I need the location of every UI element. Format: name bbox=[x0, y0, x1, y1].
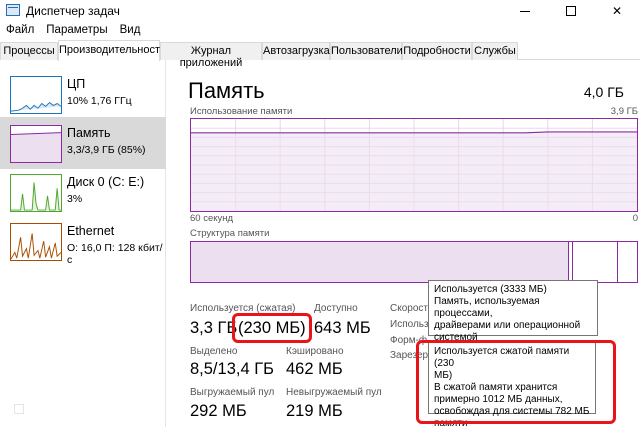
time-span-label: 60 секунд bbox=[190, 213, 234, 224]
nonpaged-pool-label: Невыгружаемый пул bbox=[286, 387, 382, 398]
tooltip-line: Память, используемая процессами, bbox=[434, 296, 540, 319]
tooltip-in-use: Используется (3333 МБ) Память, используе… bbox=[428, 280, 598, 343]
menu-options[interactable]: Параметры bbox=[40, 22, 113, 41]
committed-label: Выделено bbox=[190, 346, 238, 357]
sidebar-item-ethernet[interactable]: Ethernet О: 16,0 П: 128 кбит/с bbox=[0, 215, 166, 267]
title-bar: Диспетчер задач ✕ bbox=[0, 0, 640, 22]
tooltip-line: драйверами или операционной bbox=[434, 320, 581, 331]
segment-free[interactable] bbox=[618, 242, 637, 282]
tab-processes[interactable]: Процессы bbox=[0, 42, 58, 60]
tab-performance[interactable]: Производительность bbox=[58, 40, 166, 61]
zero-label: 0 bbox=[632, 213, 638, 224]
sidebar-item-label: Диск 0 (C: E:) bbox=[67, 175, 145, 189]
close-icon: ✕ bbox=[611, 4, 623, 18]
tooltip-line: Используется (3333 МБ) bbox=[434, 284, 547, 295]
usage-graph-label: Использование памяти bbox=[190, 106, 293, 117]
minimize-button[interactable] bbox=[502, 0, 548, 22]
total-memory: 4,0 ГБ bbox=[583, 84, 624, 100]
sidebar-item-sub: 3% bbox=[67, 193, 83, 205]
highlight-tooltip bbox=[416, 340, 616, 424]
in-use-value: 3,3 ГБ bbox=[190, 319, 238, 337]
sidebar-item-label: Ethernet bbox=[67, 224, 115, 238]
sidebar-item-label: Память bbox=[67, 126, 111, 140]
disk-thumbnail bbox=[10, 174, 62, 212]
tab-services[interactable]: Службы bbox=[472, 42, 518, 60]
maximize-button[interactable] bbox=[548, 0, 594, 22]
nonpaged-pool-value: 219 МБ bbox=[286, 402, 343, 420]
window-title: Диспетчер задач bbox=[26, 4, 120, 18]
cpu-thumbnail bbox=[10, 76, 62, 114]
cached-value: 462 МБ bbox=[286, 360, 343, 378]
tab-startup[interactable]: Автозагрузка bbox=[262, 42, 330, 60]
menu-bar: Файл Параметры Вид bbox=[0, 22, 640, 41]
memory-thumbnail bbox=[10, 125, 62, 163]
usage-area bbox=[191, 131, 637, 211]
collapse-icon[interactable] bbox=[14, 404, 24, 414]
sidebar-item-label: ЦП bbox=[67, 77, 86, 91]
sidebar-item-disk[interactable]: Диск 0 (C: E:) 3% bbox=[0, 166, 166, 218]
tab-users[interactable]: Пользователи bbox=[330, 42, 403, 60]
menu-file[interactable]: Файл bbox=[0, 22, 40, 41]
slots-label: Использ bbox=[390, 319, 429, 330]
sidebar-item-cpu[interactable]: ЦП 10% 1,76 ГГц bbox=[0, 68, 166, 120]
ethernet-thumbnail bbox=[10, 223, 62, 261]
memory-usage-graph bbox=[190, 118, 638, 212]
available-value: 643 МБ bbox=[314, 319, 371, 337]
structure-label: Структура памяти bbox=[190, 228, 270, 239]
committed-value: 8,5/13,4 ГБ bbox=[190, 360, 274, 378]
task-manager-icon bbox=[6, 4, 20, 16]
maximize-icon bbox=[566, 6, 576, 16]
memory-composition-bar[interactable] bbox=[190, 241, 638, 283]
sidebar-item-sub: 3,3/3,9 ГБ (85%) bbox=[67, 144, 146, 156]
available-label: Доступно bbox=[314, 303, 358, 314]
paged-pool-label: Выгружаемый пул bbox=[190, 387, 275, 398]
page-title: Память bbox=[188, 78, 265, 103]
segment-standby[interactable] bbox=[573, 242, 618, 282]
sidebar-item-memory[interactable]: Память 3,3/3,9 ГБ (85%) bbox=[0, 117, 166, 169]
sidebar-item-sub: 10% 1,76 ГГц bbox=[67, 95, 132, 107]
cached-label: Кэшировано bbox=[286, 346, 344, 357]
segment-in-use[interactable] bbox=[191, 242, 569, 282]
usage-graph-max: 3,9 ГБ bbox=[610, 106, 638, 117]
sidebar: ЦП 10% 1,76 ГГц Память 3,3/3,9 ГБ (85%) … bbox=[0, 60, 166, 427]
close-button[interactable]: ✕ bbox=[594, 0, 640, 22]
speed-label: Скорост bbox=[390, 303, 428, 314]
tab-details[interactable]: Подробности bbox=[402, 42, 472, 60]
tab-bar: Процессы Производительность Журнал прило… bbox=[0, 40, 640, 69]
menu-view[interactable]: Вид bbox=[114, 22, 147, 41]
sidebar-item-sub: О: 16,0 П: 128 кбит/с bbox=[67, 242, 163, 266]
tab-app-history[interactable]: Журнал приложений bbox=[160, 42, 262, 69]
minimize-icon bbox=[520, 10, 530, 12]
paged-pool-value: 292 МБ bbox=[190, 402, 247, 420]
highlight-compressed bbox=[232, 313, 312, 343]
